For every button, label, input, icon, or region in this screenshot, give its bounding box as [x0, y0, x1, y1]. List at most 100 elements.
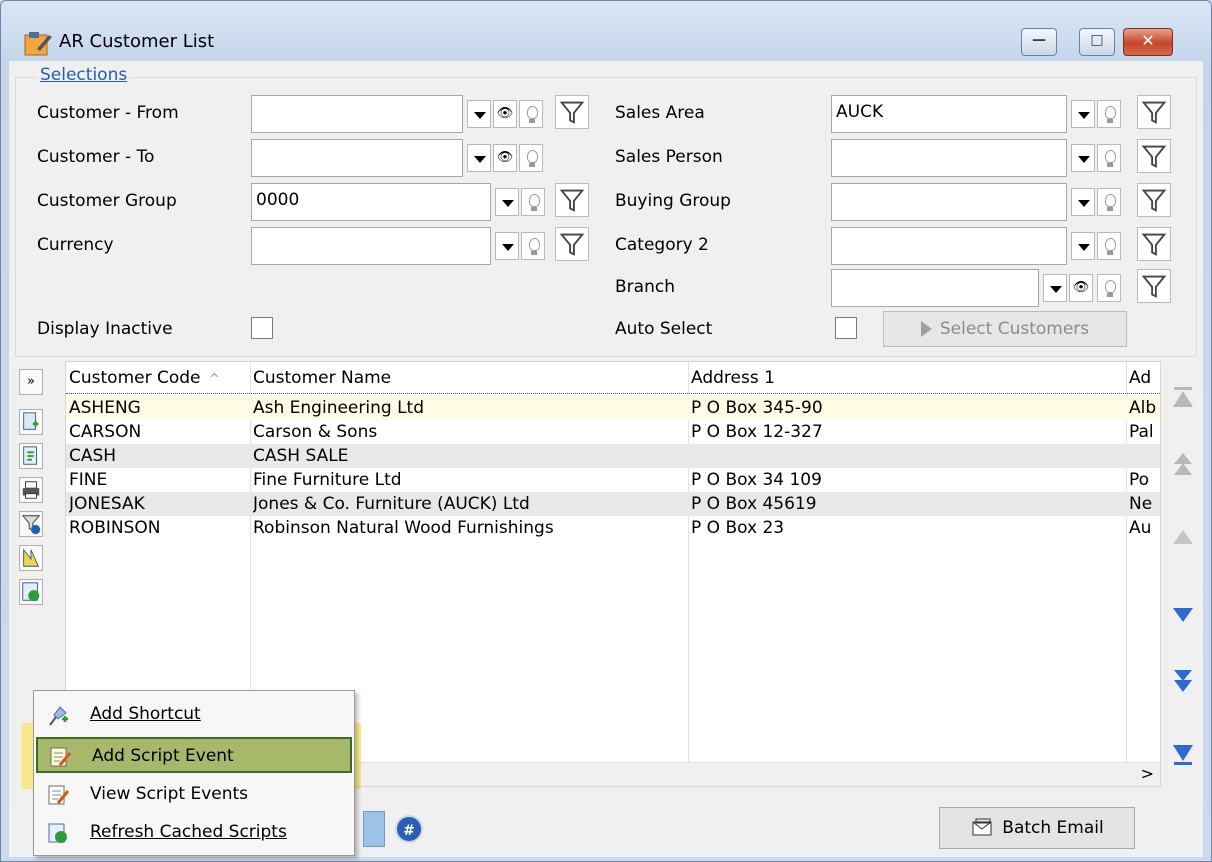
customer-group-dropdown[interactable]: [495, 188, 519, 216]
sales-person-dropdown[interactable]: [1071, 144, 1095, 172]
script-add-icon: [50, 747, 72, 767]
customer-from-dropdown[interactable]: [467, 100, 491, 128]
refresh-sheet-icon[interactable]: [19, 579, 43, 605]
customer-from-label: Customer - From: [37, 103, 179, 123]
maximize-button[interactable]: □: [1079, 28, 1115, 56]
layout-icon[interactable]: [19, 545, 43, 571]
cell-customer-name: Robinson Natural Wood Furnishings: [253, 518, 554, 538]
currency-hint-icon[interactable]: [521, 232, 545, 260]
sales-area-input[interactable]: AUCK: [831, 95, 1067, 133]
batch-email-button[interactable]: Batch Email: [939, 807, 1135, 849]
auto-select-label: Auto Select: [615, 319, 713, 339]
category-2-input[interactable]: [831, 227, 1067, 265]
currency-dropdown[interactable]: [495, 232, 519, 260]
cell-customer-name: Jones & Co. Furniture (AUCK) Ltd: [253, 494, 530, 514]
ar-customer-list-window: AR Customer List — □ ✕ Selections Custom…: [0, 0, 1212, 862]
table-row[interactable]: ASHENG Ash Engineering Ltd P O Box 345-9…: [66, 396, 1160, 420]
edit-record-icon[interactable]: [19, 443, 43, 469]
category-2-hint-icon[interactable]: [1097, 232, 1121, 260]
sales-person-hint-icon[interactable]: [1097, 144, 1121, 172]
display-inactive-label: Display Inactive: [37, 319, 173, 339]
maximize-icon: □: [1090, 32, 1104, 48]
category-2-filter-icon[interactable]: [1137, 227, 1171, 261]
select-customers-label: Select Customers: [939, 319, 1090, 339]
sales-area-hint-icon[interactable]: [1097, 100, 1121, 128]
cell-customer-name: Fine Furniture Ltd: [253, 470, 402, 490]
table-row[interactable]: JONESAK Jones & Co. Furniture (AUCK) Ltd…: [66, 492, 1160, 516]
last-record-icon[interactable]: [1169, 741, 1197, 769]
menu-item-refresh-cached-scripts[interactable]: Refresh Cached Scripts: [36, 815, 352, 851]
sales-area-dropdown[interactable]: [1071, 100, 1095, 128]
status-field[interactable]: [363, 811, 385, 847]
hash-icon[interactable]: #: [395, 815, 423, 843]
cell-customer-code: ROBINSON: [69, 518, 161, 538]
currency-filter-icon[interactable]: [555, 227, 589, 261]
cell-address-1: P O Box 45619: [691, 494, 817, 514]
customer-from-input[interactable]: [251, 95, 463, 133]
cell-customer-name: CASH SALE: [253, 446, 349, 466]
customer-from-lookup-icon[interactable]: 👁: [493, 100, 517, 128]
cell-customer-code: ASHENG: [69, 398, 141, 418]
customer-to-hint-icon[interactable]: [519, 144, 543, 172]
cell-address-1: P O Box 34 109: [691, 470, 822, 490]
select-customers-button[interactable]: Select Customers: [883, 311, 1127, 347]
buying-group-input[interactable]: [831, 183, 1067, 221]
page-down-icon[interactable]: [1169, 667, 1197, 695]
sales-person-filter-icon[interactable]: [1137, 139, 1171, 173]
menu-item-label: Add Shortcut: [90, 704, 201, 724]
branch-hint-icon[interactable]: [1097, 274, 1121, 302]
category-2-dropdown[interactable]: [1071, 232, 1095, 260]
cell-address-1: P O Box 345-90: [691, 398, 823, 418]
column-header-address-2[interactable]: Ad: [1126, 364, 1160, 394]
customer-from-hint-icon[interactable]: [519, 100, 543, 128]
table-row[interactable]: CASH CASH SALE: [66, 444, 1160, 468]
branch-filter-icon[interactable]: [1137, 269, 1171, 303]
branch-lookup-icon[interactable]: 👁: [1069, 274, 1093, 302]
column-header-customer-code[interactable]: Customer Code ^: [66, 364, 250, 394]
menu-item-add-script-event[interactable]: Add Script Event: [36, 737, 352, 773]
buying-group-filter-icon[interactable]: [1137, 183, 1171, 217]
filter-clear-icon[interactable]: [19, 511, 43, 537]
new-record-icon[interactable]: [19, 409, 43, 435]
page-up-icon[interactable]: [1169, 451, 1197, 479]
previous-record-icon[interactable]: [1169, 523, 1197, 551]
print-icon[interactable]: [19, 477, 43, 503]
scroll-right-icon[interactable]: >: [1141, 764, 1154, 783]
customer-group-input[interactable]: 0000: [251, 183, 491, 221]
expand-icon[interactable]: »: [19, 369, 43, 395]
customer-to-input[interactable]: [251, 139, 463, 177]
customer-group-filter-icon[interactable]: [555, 183, 589, 217]
menu-item-label: View Script Events: [90, 784, 249, 804]
close-button[interactable]: ✕: [1123, 28, 1173, 56]
auto-select-checkbox[interactable]: [835, 317, 857, 339]
first-record-icon[interactable]: [1169, 383, 1197, 411]
buying-group-hint-icon[interactable]: [1097, 188, 1121, 216]
sales-person-input[interactable]: [831, 139, 1067, 177]
customer-group-hint-icon[interactable]: [521, 188, 545, 216]
table-row[interactable]: CARSON Carson & Sons P O Box 12-327 Pal: [66, 420, 1160, 444]
column-header-customer-code-label: Customer Code: [69, 368, 201, 388]
column-header-address-1[interactable]: Address 1: [688, 364, 1126, 394]
sales-area-filter-icon[interactable]: [1137, 95, 1171, 129]
cell-address-2: Po: [1129, 470, 1150, 490]
table-row[interactable]: ROBINSON Robinson Natural Wood Furnishin…: [66, 516, 1160, 540]
minimize-button[interactable]: —: [1021, 28, 1057, 56]
column-header-customer-name[interactable]: Customer Name: [250, 364, 688, 394]
menu-item-add-shortcut[interactable]: Add Shortcut: [36, 697, 352, 733]
cell-address-2: Ne: [1129, 494, 1153, 514]
customer-to-dropdown[interactable]: [467, 144, 491, 172]
currency-label: Currency: [37, 235, 114, 255]
next-record-icon[interactable]: [1169, 601, 1197, 629]
menu-item-view-script-events[interactable]: View Script Events: [36, 777, 352, 813]
script-refresh-icon: [48, 823, 67, 843]
display-inactive-checkbox[interactable]: [251, 317, 273, 339]
selections-legend[interactable]: Selections: [37, 65, 131, 85]
customer-from-filter-icon[interactable]: [555, 95, 589, 129]
branch-input[interactable]: [831, 269, 1039, 307]
customer-to-lookup-icon[interactable]: 👁: [493, 144, 517, 172]
buying-group-dropdown[interactable]: [1071, 188, 1095, 216]
currency-input[interactable]: [251, 227, 491, 265]
branch-dropdown[interactable]: [1043, 274, 1067, 302]
customer-group-label: Customer Group: [37, 191, 177, 211]
table-row[interactable]: FINE Fine Furniture Ltd P O Box 34 109 P…: [66, 468, 1160, 492]
